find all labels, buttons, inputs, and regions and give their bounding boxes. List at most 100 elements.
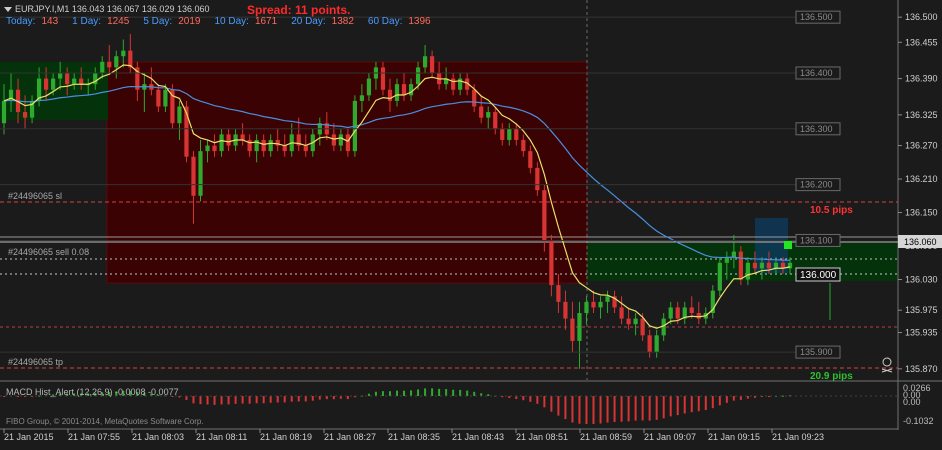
time-tick-label: 21 Jan 08:51	[516, 432, 568, 442]
macd-bar	[283, 396, 286, 403]
macd-bar	[606, 396, 609, 423]
time-tick-label: 21 Jan 08:43	[452, 432, 504, 442]
candle-body	[303, 145, 308, 152]
indicator-title: MACD Hist_Alert (12,26,9) -0.0008 -0.007…	[6, 387, 179, 397]
macd-bar	[627, 396, 630, 422]
current-price-marker-icon	[784, 241, 792, 249]
stat-label: 1 Day:	[72, 16, 102, 27]
macd-bar	[241, 396, 244, 404]
macd-bar	[297, 396, 300, 402]
macd-bar	[367, 393, 370, 396]
candle-body	[598, 301, 603, 308]
level-label: 136.200	[800, 180, 833, 190]
candle-body	[766, 262, 772, 269]
candle-body	[240, 134, 245, 140]
stat-value: 2019	[178, 16, 201, 27]
candle-body	[345, 134, 350, 152]
level-136000-label: 136.000	[800, 270, 837, 281]
candle-body	[107, 61, 112, 68]
candle-body	[640, 318, 645, 336]
price-tick-label: 136.455	[905, 37, 938, 47]
macd-bar	[185, 396, 188, 400]
macd-bar	[431, 388, 434, 396]
price-chart[interactable]: 136.500 136.455 136.390 136.325 136.270 136.2…	[0, 0, 942, 445]
stat-value: 1245	[107, 16, 130, 27]
macd-bar	[571, 396, 574, 423]
candle-body	[226, 134, 231, 146]
price-tick-label: 135.935	[905, 328, 938, 338]
macd-bar	[304, 396, 307, 402]
candle-body	[724, 257, 729, 263]
macd-bar	[781, 395, 784, 397]
candle-body	[647, 335, 652, 353]
time-tick-label: 21 Jan 07:55	[68, 432, 120, 442]
time-tick-label: 21 Jan 08:11	[196, 432, 247, 442]
macd-bar	[641, 396, 644, 421]
candle-body	[668, 307, 673, 319]
macd-bar	[522, 396, 525, 401]
candle-body	[114, 56, 119, 68]
time-tick-label: 21 Jan 08:27	[324, 432, 376, 442]
stat-value: 1396	[408, 16, 431, 27]
range-stats-row: Today: 143 1 Day: 1245 5 Day: 2019 10 Day: 1671…	[6, 16, 445, 27]
time-tick-label: 21 Jan 09:15	[708, 432, 760, 442]
candle-body	[759, 262, 765, 269]
macd-bar	[311, 396, 314, 401]
candle-body	[331, 134, 336, 146]
dropdown-triangle-icon[interactable]	[4, 6, 12, 12]
candle-body	[654, 335, 659, 353]
candle-body	[745, 262, 750, 280]
level-label: 136.500	[800, 12, 833, 22]
stat-value: 1382	[331, 16, 354, 27]
candle-body	[577, 313, 582, 341]
symbol-ohlc-text: EURJPY.I,M1 136.043 136.067 136.029 136.…	[15, 4, 210, 14]
candle-body	[486, 112, 491, 118]
candle-body	[282, 145, 287, 152]
macd-axis-tick-4: -0.1032	[903, 416, 934, 426]
candle-body	[521, 139, 526, 152]
macd-bar	[592, 396, 595, 424]
macd-bar	[676, 396, 679, 416]
macd-bar	[452, 389, 455, 396]
candle-body	[451, 78, 456, 90]
sl-order-label: #24496065 sl	[8, 191, 62, 201]
candle-body	[738, 251, 743, 280]
candle-body	[542, 190, 547, 241]
candle-body	[591, 301, 596, 308]
macd-bar	[220, 396, 223, 405]
candle-body	[619, 307, 624, 319]
time-tick-label: 21 Jan 08:59	[580, 432, 632, 442]
macd-bar	[620, 396, 623, 422]
macd-bar	[697, 396, 700, 412]
macd-bar	[417, 389, 420, 396]
price-tick-label: 136.210	[905, 174, 938, 184]
candle-body	[156, 89, 161, 107]
stat-label: 60 Day:	[367, 16, 403, 27]
candle-body	[549, 240, 554, 286]
stat-value: 1671	[254, 16, 278, 27]
candle-body	[752, 262, 758, 269]
macd-bar	[269, 396, 272, 403]
price-tick-label: 136.325	[905, 110, 938, 120]
candle-body	[394, 84, 400, 101]
macd-bar	[746, 396, 749, 399]
macd-bar	[683, 396, 686, 414]
macd-bar	[396, 390, 398, 396]
candle-body	[177, 106, 182, 124]
candle-body	[605, 296, 610, 302]
candle-body	[380, 67, 386, 90]
time-tick-label: 21 Jan 08:03	[132, 432, 184, 442]
candle-body	[212, 145, 217, 152]
candle-body	[22, 112, 28, 118]
macd-bar	[346, 396, 349, 400]
macd-bar	[704, 396, 707, 411]
level-label: 136.400	[800, 68, 833, 78]
spread-label: Spread: 11 points.	[247, 3, 351, 17]
symbol-header: EURJPY.I,M1 136.043 136.067 136.029 136.…	[4, 4, 209, 15]
macd-bar	[550, 396, 553, 412]
macd-bar	[690, 396, 693, 413]
macd-bar	[227, 396, 230, 405]
macd-bar	[711, 396, 714, 409]
candle-body	[528, 151, 533, 168]
candle-body	[58, 72, 63, 79]
